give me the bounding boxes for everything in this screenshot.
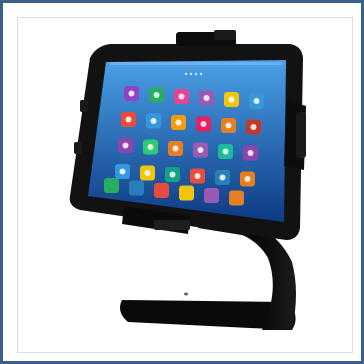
app-icon-glyph xyxy=(144,170,151,176)
app-icon-glyph xyxy=(147,144,154,150)
app-icon-glyph xyxy=(244,176,251,182)
left-button-lower xyxy=(74,142,82,154)
app-icon-glyph xyxy=(125,116,132,123)
app-icon-glyph xyxy=(119,168,126,175)
app-icon-glyph xyxy=(175,119,182,126)
dock-icon xyxy=(154,183,169,198)
app-icon-glyph xyxy=(178,93,185,100)
dock-icon xyxy=(129,180,144,196)
app-icon-glyph xyxy=(197,147,204,153)
dock-icon xyxy=(204,188,219,203)
app-icon-glyph xyxy=(122,142,129,149)
app-icon-glyph xyxy=(253,98,260,104)
app-icon-glyph xyxy=(228,96,235,103)
app-icon-glyph xyxy=(250,124,257,130)
top-clamp-tab xyxy=(214,30,236,40)
app-icon-glyph xyxy=(172,145,179,152)
dock-icon xyxy=(179,185,194,201)
left-button-upper xyxy=(80,100,88,112)
app-icon-glyph xyxy=(150,118,157,124)
app-icon-glyph xyxy=(200,121,207,127)
app-icon-glyph xyxy=(219,174,226,181)
stand-base-hole xyxy=(184,292,188,296)
right-clamp-knob xyxy=(296,112,306,158)
app-icon-glyph xyxy=(225,122,232,129)
bottom-clamp-foot xyxy=(154,220,190,230)
dock-icon xyxy=(229,190,244,206)
product-photo xyxy=(69,30,306,330)
app-icon-glyph xyxy=(222,148,229,155)
app-icon-glyph xyxy=(169,171,176,178)
app-icon-glyph xyxy=(194,173,201,179)
status-bar xyxy=(110,62,282,65)
app-icon-glyph xyxy=(203,95,210,101)
dock-icon xyxy=(104,178,119,193)
app-icon-glyph xyxy=(153,92,160,98)
app-icon-glyph xyxy=(128,90,135,97)
app-icon-glyph xyxy=(247,150,254,156)
